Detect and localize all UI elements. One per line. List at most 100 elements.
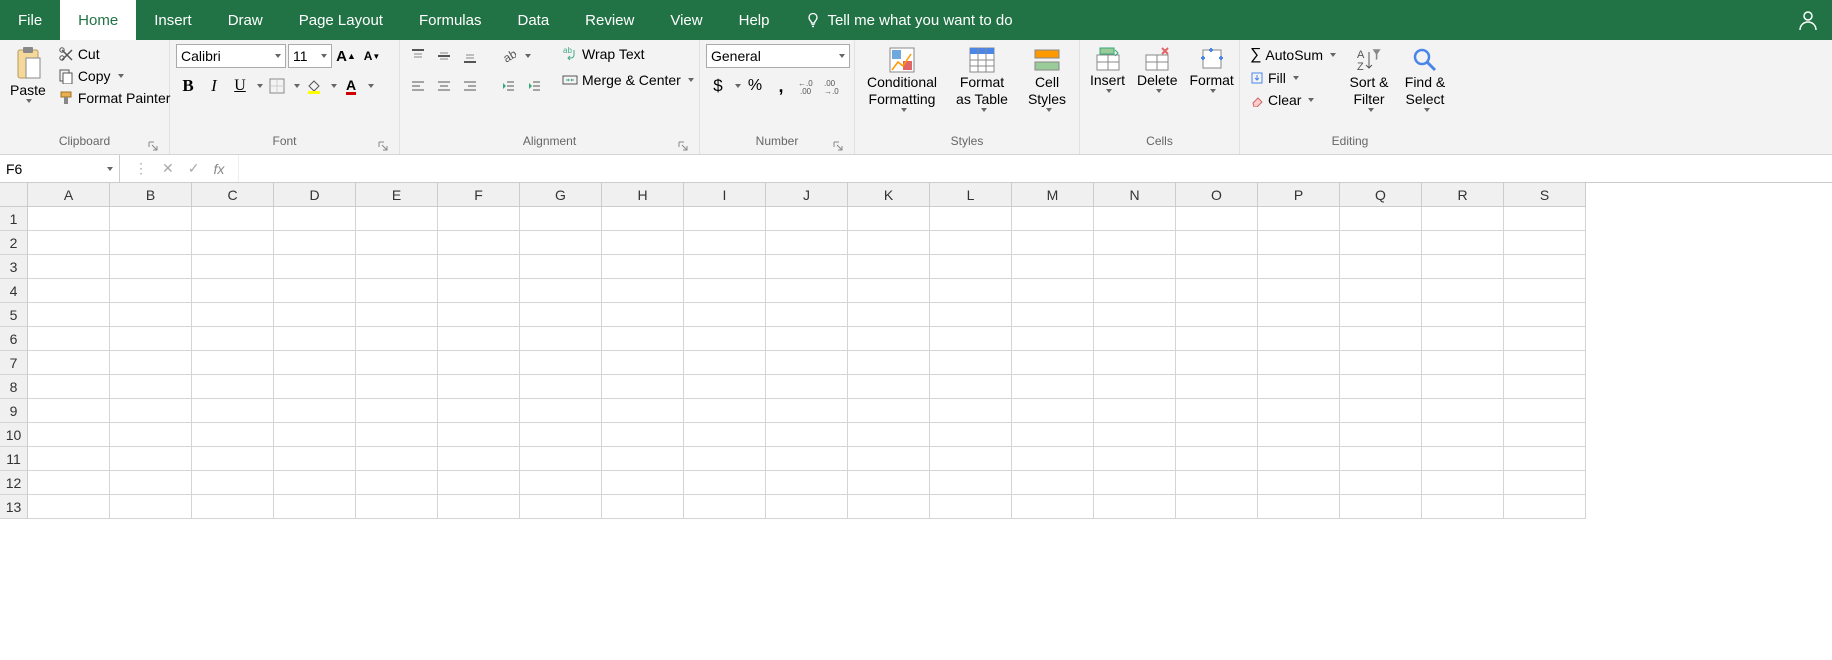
cell[interactable] [930,447,1012,471]
format-painter-button[interactable]: Format Painter [54,88,175,108]
number-format-combo[interactable]: General [706,44,850,68]
cell[interactable] [356,207,438,231]
align-middle-button[interactable] [432,44,456,68]
cell[interactable] [1176,279,1258,303]
column-header[interactable]: R [1422,183,1504,207]
cell[interactable] [520,255,602,279]
cell[interactable] [1422,303,1504,327]
tab-file[interactable]: File [0,0,60,40]
cell[interactable] [274,399,356,423]
cell[interactable] [848,255,930,279]
cell[interactable] [684,471,766,495]
row-header[interactable]: 12 [0,471,28,495]
cell[interactable] [356,279,438,303]
cell[interactable] [110,279,192,303]
cancel-icon[interactable]: ✕ [162,160,174,177]
cell[interactable] [1012,207,1094,231]
cell[interactable] [110,207,192,231]
cell[interactable] [1012,231,1094,255]
cell[interactable] [192,279,274,303]
cell[interactable] [1258,423,1340,447]
underline-dropdown[interactable] [257,84,263,88]
cell[interactable] [766,495,848,519]
cell[interactable] [1176,351,1258,375]
column-header[interactable]: H [602,183,684,207]
cell[interactable] [520,207,602,231]
cell[interactable] [1504,495,1586,519]
font-name-combo[interactable]: Calibri [176,44,286,68]
cell[interactable] [192,423,274,447]
cell[interactable] [28,399,110,423]
cell[interactable] [1258,375,1340,399]
cell[interactable] [848,279,930,303]
column-header[interactable]: O [1176,183,1258,207]
cell[interactable] [28,495,110,519]
cell[interactable] [1258,471,1340,495]
cell[interactable] [274,471,356,495]
cell[interactable] [1258,327,1340,351]
cell[interactable] [1504,399,1586,423]
format-cells-button[interactable]: Format [1185,44,1237,95]
cell[interactable] [438,351,520,375]
fill-color-button[interactable] [302,74,326,98]
cell[interactable] [1258,399,1340,423]
cell[interactable] [848,207,930,231]
underline-button[interactable]: U [228,74,252,98]
cell[interactable] [1340,207,1422,231]
cell[interactable] [1258,447,1340,471]
comma-button[interactable]: , [769,74,793,98]
cell[interactable] [1176,231,1258,255]
decrease-decimal-button[interactable]: .00→.0 [821,74,845,98]
cell[interactable] [520,375,602,399]
cell[interactable] [110,471,192,495]
tell-me-search[interactable]: Tell me what you want to do [787,0,1012,40]
cell[interactable] [684,375,766,399]
cell[interactable] [1012,303,1094,327]
decrease-font-button[interactable]: A▼ [360,44,384,68]
cut-button[interactable]: Cut [54,44,175,64]
cell[interactable] [356,495,438,519]
cell[interactable] [930,255,1012,279]
cell[interactable] [192,447,274,471]
cell[interactable] [1094,351,1176,375]
sort-filter-button[interactable]: AZ Sort & Filter [1344,44,1394,114]
copy-button[interactable]: Copy [54,66,175,86]
cell[interactable] [1176,495,1258,519]
cell[interactable] [1176,471,1258,495]
cell[interactable] [684,399,766,423]
cell[interactable] [28,351,110,375]
cell[interactable] [520,447,602,471]
column-header[interactable]: M [1012,183,1094,207]
column-header[interactable]: K [848,183,930,207]
cell[interactable] [356,351,438,375]
cell[interactable] [848,447,930,471]
cell[interactable] [1504,375,1586,399]
user-icon[interactable] [1798,10,1818,30]
column-header[interactable]: F [438,183,520,207]
row-header[interactable]: 9 [0,399,28,423]
row-header[interactable]: 6 [0,327,28,351]
cell[interactable] [1176,327,1258,351]
cell[interactable] [28,423,110,447]
cell[interactable] [684,255,766,279]
tab-insert[interactable]: Insert [136,0,210,40]
cell[interactable] [438,255,520,279]
cell[interactable] [356,423,438,447]
cell[interactable] [192,207,274,231]
cell[interactable] [274,231,356,255]
cell[interactable] [684,447,766,471]
cell[interactable] [930,399,1012,423]
cell[interactable] [848,351,930,375]
cell[interactable] [356,255,438,279]
cell[interactable] [1422,399,1504,423]
fill-button[interactable]: Fill [1246,68,1340,88]
cell[interactable] [684,231,766,255]
dialog-launcher-icon[interactable] [377,140,389,152]
cell[interactable] [1012,375,1094,399]
tab-page-layout[interactable]: Page Layout [281,0,401,40]
cell[interactable] [766,471,848,495]
cell[interactable] [192,351,274,375]
dialog-launcher-icon[interactable] [147,140,159,152]
options-icon[interactable]: ⋮ [134,160,148,177]
cell[interactable] [356,447,438,471]
